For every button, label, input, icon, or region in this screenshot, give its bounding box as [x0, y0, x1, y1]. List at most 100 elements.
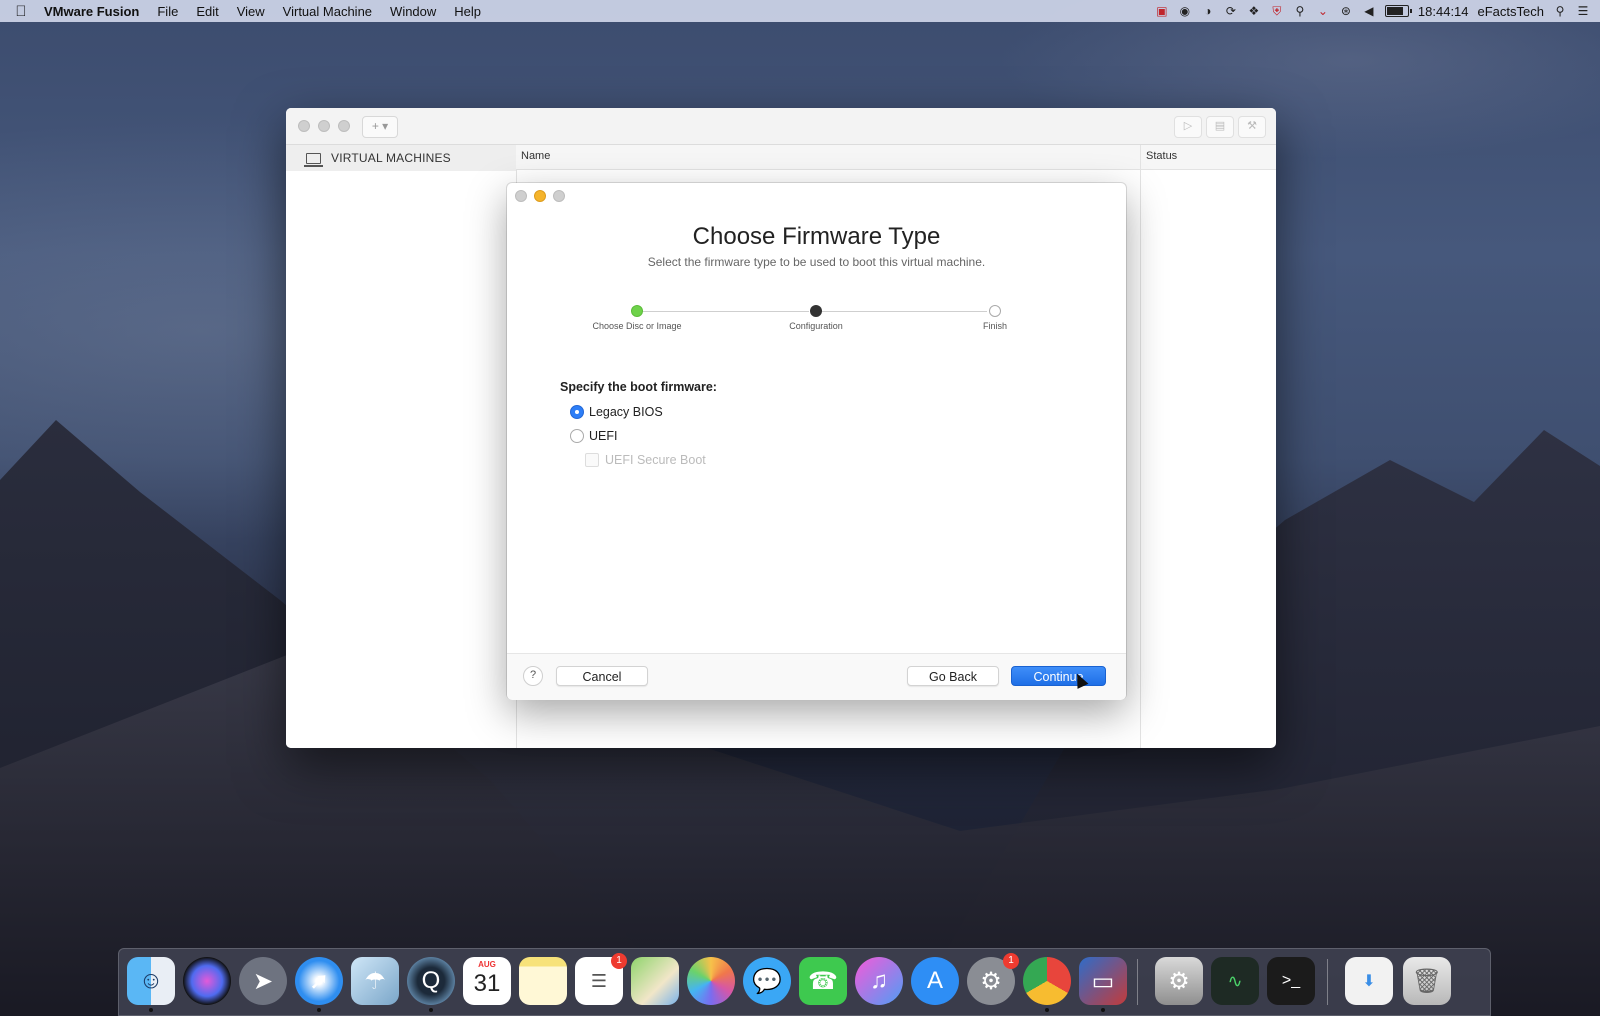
- app-menu[interactable]: VMware Fusion: [44, 4, 139, 19]
- vmware-fusion-icon[interactable]: ▭: [1079, 957, 1127, 1012]
- step-dot-choose-disc: [631, 305, 643, 317]
- wifi-icon[interactable]: ⊛: [1339, 4, 1353, 18]
- menu-bar:  VMware Fusion File Edit View Virtual M…: [0, 0, 1600, 22]
- finder-icon[interactable]: ☺: [127, 957, 175, 1012]
- dock-separator: [1327, 959, 1328, 1005]
- reminders-badge: 1: [611, 953, 627, 969]
- vmware-status-icon[interactable]: ▣: [1155, 4, 1169, 18]
- battery-icon[interactable]: [1384, 5, 1412, 17]
- menubar-clock[interactable]: 18:44:14: [1418, 4, 1469, 19]
- dropbox-icon[interactable]: ❖: [1247, 4, 1261, 18]
- dialog-footer: ? Cancel Go Back Continue: [507, 653, 1126, 700]
- system-preferences-icon[interactable]: ⚙ 1: [967, 953, 1019, 1005]
- vm-list-header: Name Status: [516, 145, 1276, 748]
- uefi-secure-boot-option: UEFI Secure Boot: [585, 453, 706, 467]
- quicktime-icon[interactable]: Q: [407, 957, 455, 1012]
- menu-file[interactable]: File: [157, 4, 178, 19]
- add-vm-button[interactable]: + ▾: [362, 116, 398, 138]
- downloads-stack-icon[interactable]: ⬇: [1345, 957, 1393, 1005]
- running-indicator: [1045, 1008, 1049, 1012]
- notification-center-icon[interactable]: ☰: [1576, 4, 1590, 18]
- library-sidebar: VIRTUAL MACHINES: [286, 145, 517, 748]
- minimize-window-button[interactable]: [318, 120, 330, 132]
- legacy-bios-radio[interactable]: [570, 405, 584, 419]
- sidebar-header-label: VIRTUAL MACHINES: [331, 151, 451, 165]
- menu-window[interactable]: Window: [390, 4, 436, 19]
- legacy-bios-label[interactable]: Legacy BIOS: [589, 405, 663, 419]
- terminal-icon[interactable]: >_: [1267, 957, 1315, 1005]
- dock: ☺ ➤ ➚ ☂ Q AUG 31 ☰ 1 💬 ☎ ♫ A ⚙ 1 ▭ ⚙ ∿ >_ …: [118, 948, 1491, 1016]
- choose-firmware-dialog: Choose Firmware Type Select the firmware…: [507, 183, 1126, 700]
- snapshot-icon[interactable]: ▤: [1206, 116, 1234, 138]
- close-window-button[interactable]: [298, 120, 310, 132]
- play-icon[interactable]: ▷: [1174, 116, 1202, 138]
- step-label-configuration: Configuration: [789, 321, 843, 331]
- uefi-option[interactable]: UEFI: [570, 429, 617, 443]
- menu-virtual-machine[interactable]: Virtual Machine: [283, 4, 372, 19]
- uefi-secure-boot-label: UEFI Secure Boot: [605, 453, 706, 467]
- uefi-label[interactable]: UEFI: [589, 429, 617, 443]
- dock-separator: [1137, 959, 1138, 1005]
- app-store-icon[interactable]: A: [911, 957, 959, 1005]
- calendar-month: AUG: [478, 960, 496, 969]
- calendar-icon[interactable]: AUG 31: [463, 957, 511, 1005]
- preview-icon[interactable]: ☂: [351, 957, 399, 1005]
- reminders-icon[interactable]: ☰ 1: [575, 953, 627, 1005]
- siri-icon[interactable]: [183, 957, 231, 1005]
- dialog-minimize-button[interactable]: [534, 190, 546, 202]
- dialog-title: Choose Firmware Type: [692, 223, 941, 250]
- running-indicator: [1101, 1008, 1105, 1012]
- notes-icon[interactable]: [519, 957, 567, 1005]
- boot-firmware-label: Specify the boot firmware:: [560, 380, 717, 394]
- step-label-finish: Finish: [982, 321, 1007, 331]
- library-titlebar: + ▾ ▷ ▤ ⚒: [286, 108, 1276, 145]
- wizard-steps: Choose Disc or Image Configuration Finis…: [507, 303, 1126, 353]
- zoom-window-button[interactable]: [338, 120, 350, 132]
- system-preferences-badge: 1: [1003, 953, 1019, 969]
- continue-button[interactable]: Continue: [1011, 666, 1106, 686]
- dialog-zoom-button[interactable]: [553, 190, 565, 202]
- volume-icon[interactable]: ◀: [1362, 4, 1376, 18]
- column-divider: [1140, 145, 1141, 748]
- shield-icon[interactable]: ⛨: [1270, 4, 1284, 18]
- step-connector: [821, 311, 987, 312]
- chrome-icon[interactable]: [1023, 957, 1071, 1012]
- activity-monitor-icon[interactable]: ∿: [1211, 957, 1259, 1005]
- column-status[interactable]: Status: [1146, 150, 1177, 162]
- running-indicator: [149, 1008, 153, 1012]
- menubar-user[interactable]: eFactsTech: [1478, 4, 1544, 19]
- menu-view[interactable]: View: [237, 4, 265, 19]
- maps-icon[interactable]: [631, 957, 679, 1005]
- messages-icon[interactable]: 💬: [743, 957, 791, 1005]
- spotlight-icon[interactable]: ⚲: [1553, 4, 1567, 18]
- uefi-radio[interactable]: [570, 429, 584, 443]
- step-label-choose-disc: Choose Disc or Image: [592, 321, 682, 331]
- antenna-icon[interactable]: ⌄: [1316, 4, 1330, 18]
- disk-utility-icon[interactable]: ⚙: [1155, 957, 1203, 1005]
- cancel-button[interactable]: Cancel: [556, 666, 648, 686]
- go-back-button[interactable]: Go Back: [907, 666, 999, 686]
- safari-icon[interactable]: ➚: [295, 957, 343, 1012]
- legacy-bios-option[interactable]: Legacy BIOS: [570, 405, 663, 419]
- column-name[interactable]: Name: [521, 150, 550, 162]
- laptop-icon: [304, 152, 323, 167]
- sync-icon[interactable]: ⟳: [1224, 4, 1238, 18]
- settings-wrench-icon[interactable]: ⚒: [1238, 116, 1266, 138]
- trash-icon[interactable]: 🗑: [1403, 957, 1451, 1005]
- step-dot-finish: [989, 305, 1001, 317]
- calendar-day: 31: [473, 970, 501, 997]
- photos-icon[interactable]: [687, 957, 735, 1005]
- magnifier-tool-icon[interactable]: ⚲: [1293, 4, 1307, 18]
- facetime-icon[interactable]: ☎: [799, 957, 847, 1005]
- launchpad-icon[interactable]: ➤: [239, 957, 287, 1005]
- dialog-close-button[interactable]: [515, 190, 527, 202]
- menu-help[interactable]: Help: [454, 4, 481, 19]
- apple-menu-icon[interactable]: : [12, 3, 30, 20]
- help-button[interactable]: ?: [523, 666, 543, 686]
- itunes-icon[interactable]: ♫: [855, 957, 903, 1005]
- menu-edit[interactable]: Edit: [196, 4, 218, 19]
- running-indicator: [317, 1008, 321, 1012]
- globe-icon[interactable]: ◑: [1201, 4, 1215, 18]
- sidebar-section-virtual-machines[interactable]: VIRTUAL MACHINES: [286, 145, 516, 171]
- record-icon[interactable]: ◉: [1178, 4, 1192, 18]
